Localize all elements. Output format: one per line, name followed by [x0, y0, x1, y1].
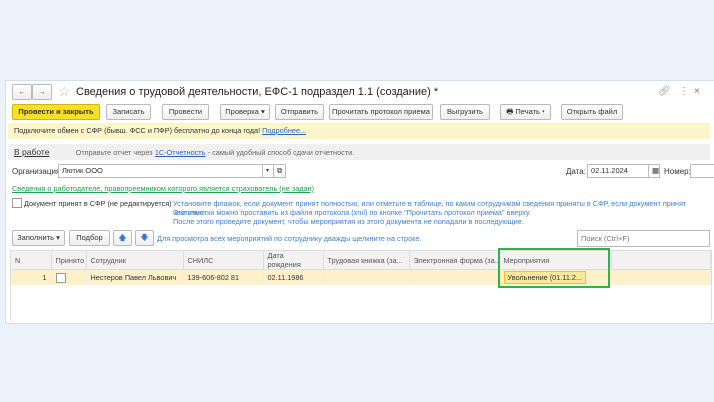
table-hint: Для просмотра всех мероприятий по сотруд…	[157, 234, 422, 243]
org-label: Организация:	[12, 167, 63, 176]
row-eform	[409, 269, 500, 285]
row-book	[323, 269, 410, 285]
row-snils: 139-606-802 81	[183, 269, 264, 285]
printer-icon: 🖶	[506, 107, 514, 116]
hint-line-2: Эти отметки можно проставить из файла пр…	[173, 208, 531, 217]
fill-label: Заполнить	[17, 233, 54, 242]
row-accepted-cell	[51, 269, 87, 285]
number-label: Номер:	[664, 167, 691, 176]
move-up-icon[interactable]: 🡅	[113, 230, 132, 246]
calendar-icon[interactable]: ▦	[648, 164, 660, 178]
back-button[interactable]: ←	[12, 84, 32, 100]
close-icon[interactable]: ×	[694, 86, 700, 97]
col-snils[interactable]: СНИЛС	[183, 251, 264, 270]
read-protocol-button[interactable]: Прочитать протокол приема	[329, 104, 433, 120]
col-n[interactable]: N	[11, 251, 52, 270]
open-file-button[interactable]: Открыть файл	[561, 104, 623, 120]
send-button[interactable]: Отправить	[275, 104, 324, 120]
row-empty	[611, 269, 711, 285]
date-label: Дата:	[566, 167, 586, 176]
status-text: Отправьте отчет через	[75, 148, 153, 157]
date-input[interactable]: 02.11.2024	[587, 164, 650, 178]
accepted-label: Документ принят в СФР (не редактируется)	[24, 199, 172, 208]
window-title: Сведения о трудовой деятельности, ЕФС-1 …	[76, 86, 439, 98]
status-strip: В работе Отправьте отчет через 1С-Отчетн…	[8, 144, 710, 160]
org-open-icon[interactable]: ⧉	[273, 164, 286, 178]
col-accepted[interactable]: Принято	[51, 251, 87, 270]
row-n: 1	[11, 269, 52, 285]
row-accepted-checkbox[interactable]	[55, 272, 66, 283]
post-button[interactable]: Провести	[162, 104, 209, 120]
col-birth[interactable]: Дата рождения	[263, 251, 324, 270]
status-state-link[interactable]: В работе	[14, 147, 49, 157]
save-button[interactable]: Записать	[106, 104, 151, 120]
export-button[interactable]: Выгрузить	[440, 104, 490, 120]
col-empty	[611, 251, 711, 270]
row-employee: Нестеров Павел Львович	[86, 269, 184, 285]
star-icon[interactable]: ☆	[58, 83, 71, 100]
fill-button[interactable]: Заполнить ▾	[12, 230, 65, 246]
post-close-button[interactable]: Провести и закрыть	[12, 104, 100, 120]
check-label: Проверка	[225, 107, 259, 116]
banner-text: Подключите обмен с СФР (бывш. ФСС и ПФР)…	[14, 126, 261, 135]
print-button[interactable]: 🖶 Печать ▾	[500, 104, 551, 120]
reporting-link[interactable]: 1С-Отчетность	[155, 148, 206, 157]
search-input[interactable]	[577, 230, 710, 247]
promo-banner: Подключите обмен с СФР (бывш. ФСС и ПФР)…	[8, 123, 710, 139]
col-employee[interactable]: Сотрудник	[86, 251, 184, 270]
col-eform[interactable]: Электронная форма (за...	[409, 251, 500, 270]
col-book[interactable]: Трудовая книжка (за...	[323, 251, 410, 270]
print-label: Печать	[515, 107, 540, 116]
link-icon[interactable]: 🔗︎	[658, 86, 671, 97]
accepted-checkbox[interactable]	[12, 198, 22, 208]
move-down-icon[interactable]: 🡇	[135, 230, 154, 246]
check-button[interactable]: Проверка ▾	[220, 104, 270, 120]
org-input[interactable]: Лютик ООО	[58, 164, 267, 178]
select-button[interactable]: Подбор	[69, 230, 110, 246]
forward-button[interactable]: →	[32, 84, 52, 100]
row-birth: 02.11.1986	[263, 269, 324, 285]
highlight-box	[498, 248, 610, 288]
status-text-after: - самый удобный способ сдачи отчетности.	[207, 148, 355, 157]
hint-line-3: После этого проведите документ, чтобы ме…	[173, 217, 524, 226]
employer-link[interactable]: Сведения о работодателе, правопреемником…	[12, 184, 314, 193]
number-input[interactable]	[690, 164, 714, 178]
more-icon[interactable]: ⋮	[679, 86, 689, 97]
banner-link[interactable]: Подробнее...	[262, 126, 306, 135]
